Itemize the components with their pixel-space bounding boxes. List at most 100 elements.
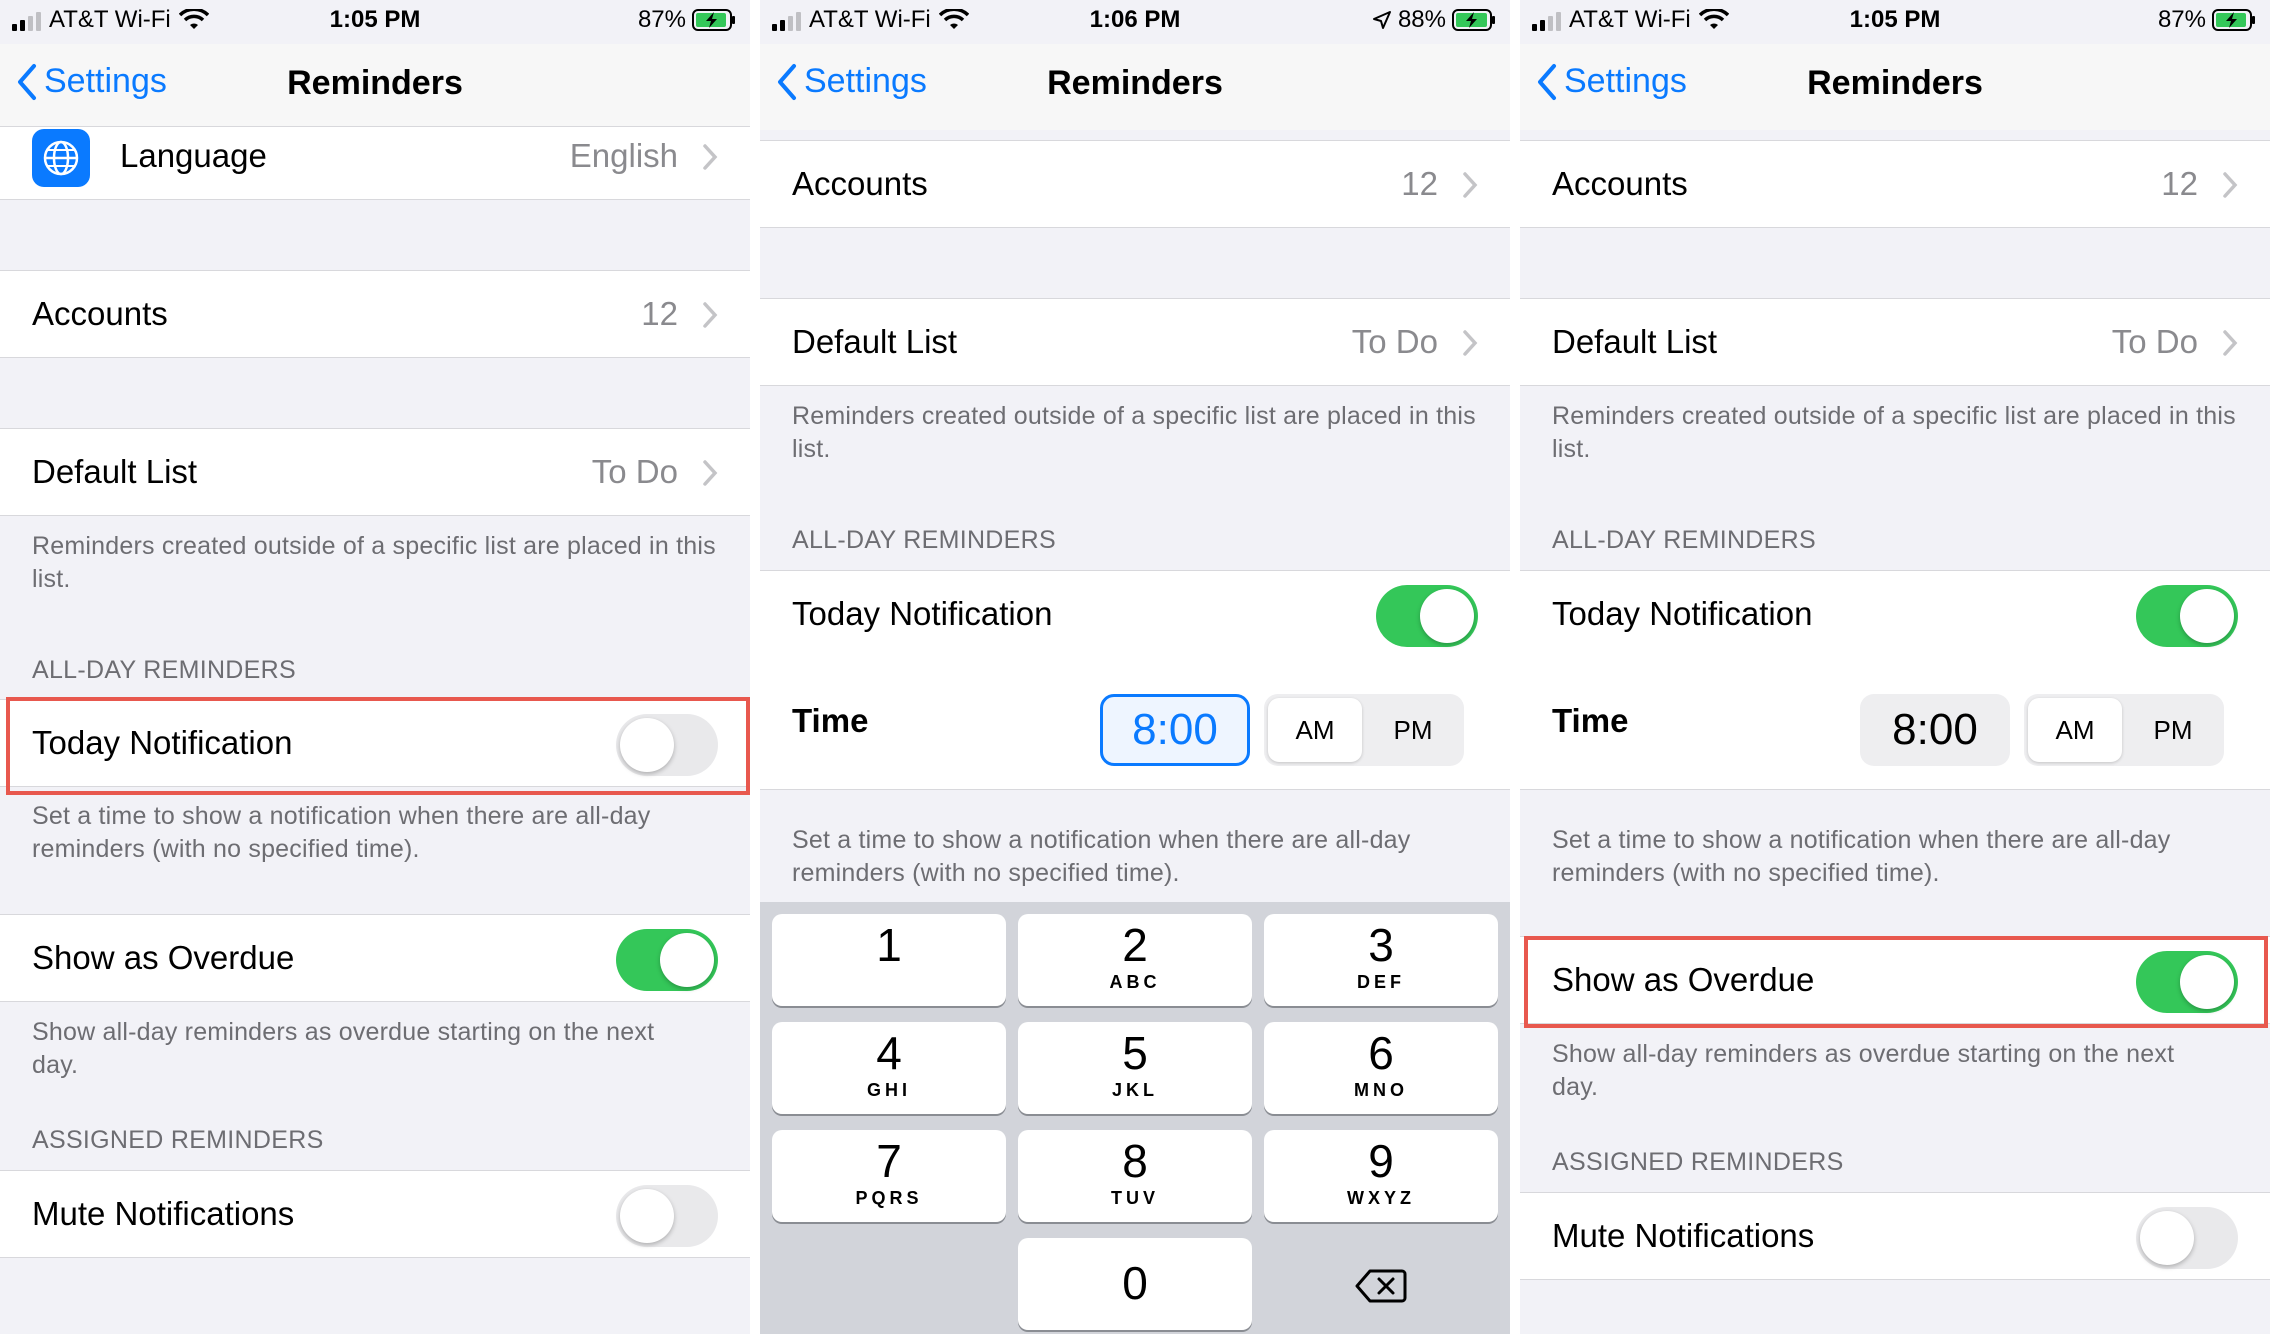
default-list-row[interactable]: Default List To Do: [1520, 298, 2270, 386]
key-4[interactable]: 4 GHI: [772, 1022, 1006, 1114]
key-digit: 2: [1122, 919, 1148, 971]
show-overdue-footer: Show all-day reminders as overdue starti…: [1552, 1040, 2175, 1101]
key-0[interactable]: 0: [1018, 1238, 1252, 1330]
time-label: Time: [792, 702, 869, 739]
all-day-header: ALL-DAY REMINDERS: [32, 656, 296, 684]
panel-2: AT&T Wi-Fi 1:06 PM 88% Settings Reminder…: [760, 0, 1510, 1334]
show-overdue-toggle[interactable]: [616, 929, 718, 991]
default-list-label: Default List: [792, 323, 958, 360]
chevron-right-icon: [703, 302, 718, 328]
today-notification-row: Today Notification: [1520, 570, 2270, 659]
accounts-row[interactable]: Accounts 12: [1520, 140, 2270, 228]
key-digit: 6: [1368, 1027, 1394, 1079]
am-pm-segmented-control: AM PM: [1264, 694, 1464, 766]
delete-backspace-icon: [1355, 1269, 1407, 1303]
default-list-footer: Reminders created outside of a specific …: [32, 532, 716, 593]
language-label: Language: [120, 137, 267, 174]
default-list-label: Default List: [1552, 323, 1718, 360]
today-notification-label: Today Notification: [792, 595, 1053, 632]
key-1[interactable]: 1: [772, 914, 1006, 1006]
all-day-header: ALL-DAY REMINDERS: [1552, 526, 1816, 554]
nav-bar: Settings Reminders: [1520, 44, 2270, 130]
am-segment[interactable]: AM: [2028, 698, 2122, 762]
toggle-knob: [2180, 589, 2234, 643]
time-row: Time 8:00 AM PM: [760, 658, 1510, 790]
time-footer: Set a time to show a notification when t…: [1552, 826, 2171, 887]
default-list-row[interactable]: Default List To Do: [760, 298, 1510, 386]
battery-charging-icon: [692, 9, 735, 31]
chevron-right-icon: [2223, 172, 2238, 198]
language-row[interactable]: Language English: [0, 126, 750, 200]
key-digit: 7: [876, 1135, 902, 1187]
globe-icon: [32, 129, 90, 187]
today-notification-toggle[interactable]: [1376, 585, 1478, 647]
key-letters: WXYZ: [1347, 1188, 1415, 1208]
am-segment[interactable]: AM: [1268, 698, 1362, 762]
show-overdue-label: Show as Overdue: [32, 939, 295, 976]
key-letters: PQRS: [855, 1188, 923, 1208]
accounts-row[interactable]: Accounts 12: [760, 140, 1510, 228]
am-pm-segmented-control: AM PM: [2024, 694, 2224, 766]
battery-charging-icon: [1452, 9, 1495, 31]
accounts-row[interactable]: Accounts 12: [0, 270, 750, 358]
accounts-label: Accounts: [32, 295, 168, 332]
key-letters: TUV: [1111, 1188, 1159, 1208]
mute-toggle[interactable]: [616, 1185, 718, 1247]
chevron-right-icon: [703, 144, 718, 170]
all-day-header: ALL-DAY REMINDERS: [792, 526, 1056, 554]
default-list-footer: Reminders created outside of a specific …: [792, 402, 1476, 463]
status-bar: AT&T Wi-Fi 1:05 PM 87%: [0, 0, 750, 44]
chevron-right-icon: [1463, 172, 1478, 198]
panel-1: AT&T Wi-Fi 1:05 PM 87% Settings Reminder…: [0, 0, 750, 1334]
pm-segment[interactable]: PM: [2126, 698, 2220, 762]
today-notification-toggle[interactable]: [2136, 585, 2238, 647]
status-bar: AT&T Wi-Fi 1:05 PM 87%: [1520, 0, 2270, 44]
page-title: Reminders: [287, 64, 463, 102]
key-3[interactable]: 3 DEF: [1264, 914, 1498, 1006]
location-arrow-icon: [1372, 11, 1391, 29]
toggle-knob: [2140, 1211, 2194, 1265]
default-list-label: Default List: [32, 453, 198, 490]
key-9[interactable]: 9 WXYZ: [1264, 1130, 1498, 1222]
panel-3: AT&T Wi-Fi 1:05 PM 87% Settings Reminder…: [1520, 0, 2270, 1334]
nav-bar: Settings Reminders: [760, 44, 1510, 130]
time-value-field[interactable]: 8:00: [1860, 694, 2010, 766]
key-6[interactable]: 6 MNO: [1264, 1022, 1498, 1114]
number-keypad: 1 2 ABC 3 DEF 4 GHI 5 JKL 6 MNO 7 PQRS 8 TUV 9W…: [760, 902, 1510, 1334]
key-digit: 1: [876, 919, 902, 971]
default-list-value: To Do: [1351, 323, 1438, 360]
pm-segment[interactable]: PM: [1366, 698, 1460, 762]
page-title: Reminders: [1047, 64, 1223, 102]
accounts-value: 12: [641, 295, 678, 332]
mute-row: Mute Notifications: [1520, 1192, 2270, 1280]
highlight-box: [6, 697, 750, 795]
key-8[interactable]: 8 TUV: [1018, 1130, 1252, 1222]
time-value-field[interactable]: 8:00: [1100, 694, 1250, 766]
toggle-knob: [1420, 589, 1474, 643]
key-digit: 0: [1122, 1257, 1148, 1309]
key-digit: 4: [876, 1027, 902, 1079]
show-overdue-row: Show as Overdue: [0, 914, 750, 1002]
battery-percent: 87%: [637, 6, 686, 33]
default-list-row[interactable]: Default List To Do: [0, 428, 750, 516]
default-list-footer: Reminders created outside of a specific …: [1552, 402, 2236, 463]
today-notification-footer: Set a time to show a notification when t…: [792, 826, 1411, 887]
accounts-value: 12: [1401, 165, 1438, 202]
key-digit: 9: [1368, 1135, 1394, 1187]
key-digit: 3: [1368, 919, 1394, 971]
key-letters: ABC: [1109, 972, 1161, 992]
default-list-value: To Do: [2111, 323, 2198, 360]
key-5[interactable]: 5 JKL: [1018, 1022, 1252, 1114]
battery-percent: 88%: [1397, 6, 1446, 33]
key-letters: GHI: [866, 1080, 911, 1100]
assigned-header: ASSIGNED REMINDERS: [1552, 1148, 1844, 1176]
key-7[interactable]: 7 PQRS: [772, 1130, 1006, 1222]
key-2[interactable]: 2 ABC: [1018, 914, 1252, 1006]
chevron-right-icon: [1463, 330, 1478, 356]
accounts-label: Accounts: [792, 165, 928, 202]
today-notification-footer: Set a time to show a notification when t…: [32, 802, 651, 863]
key-letters: DEF: [1357, 972, 1405, 992]
delete-key[interactable]: [1264, 1238, 1498, 1330]
today-notification-label: Today Notification: [1552, 595, 1813, 632]
mute-toggle[interactable]: [2136, 1207, 2238, 1269]
